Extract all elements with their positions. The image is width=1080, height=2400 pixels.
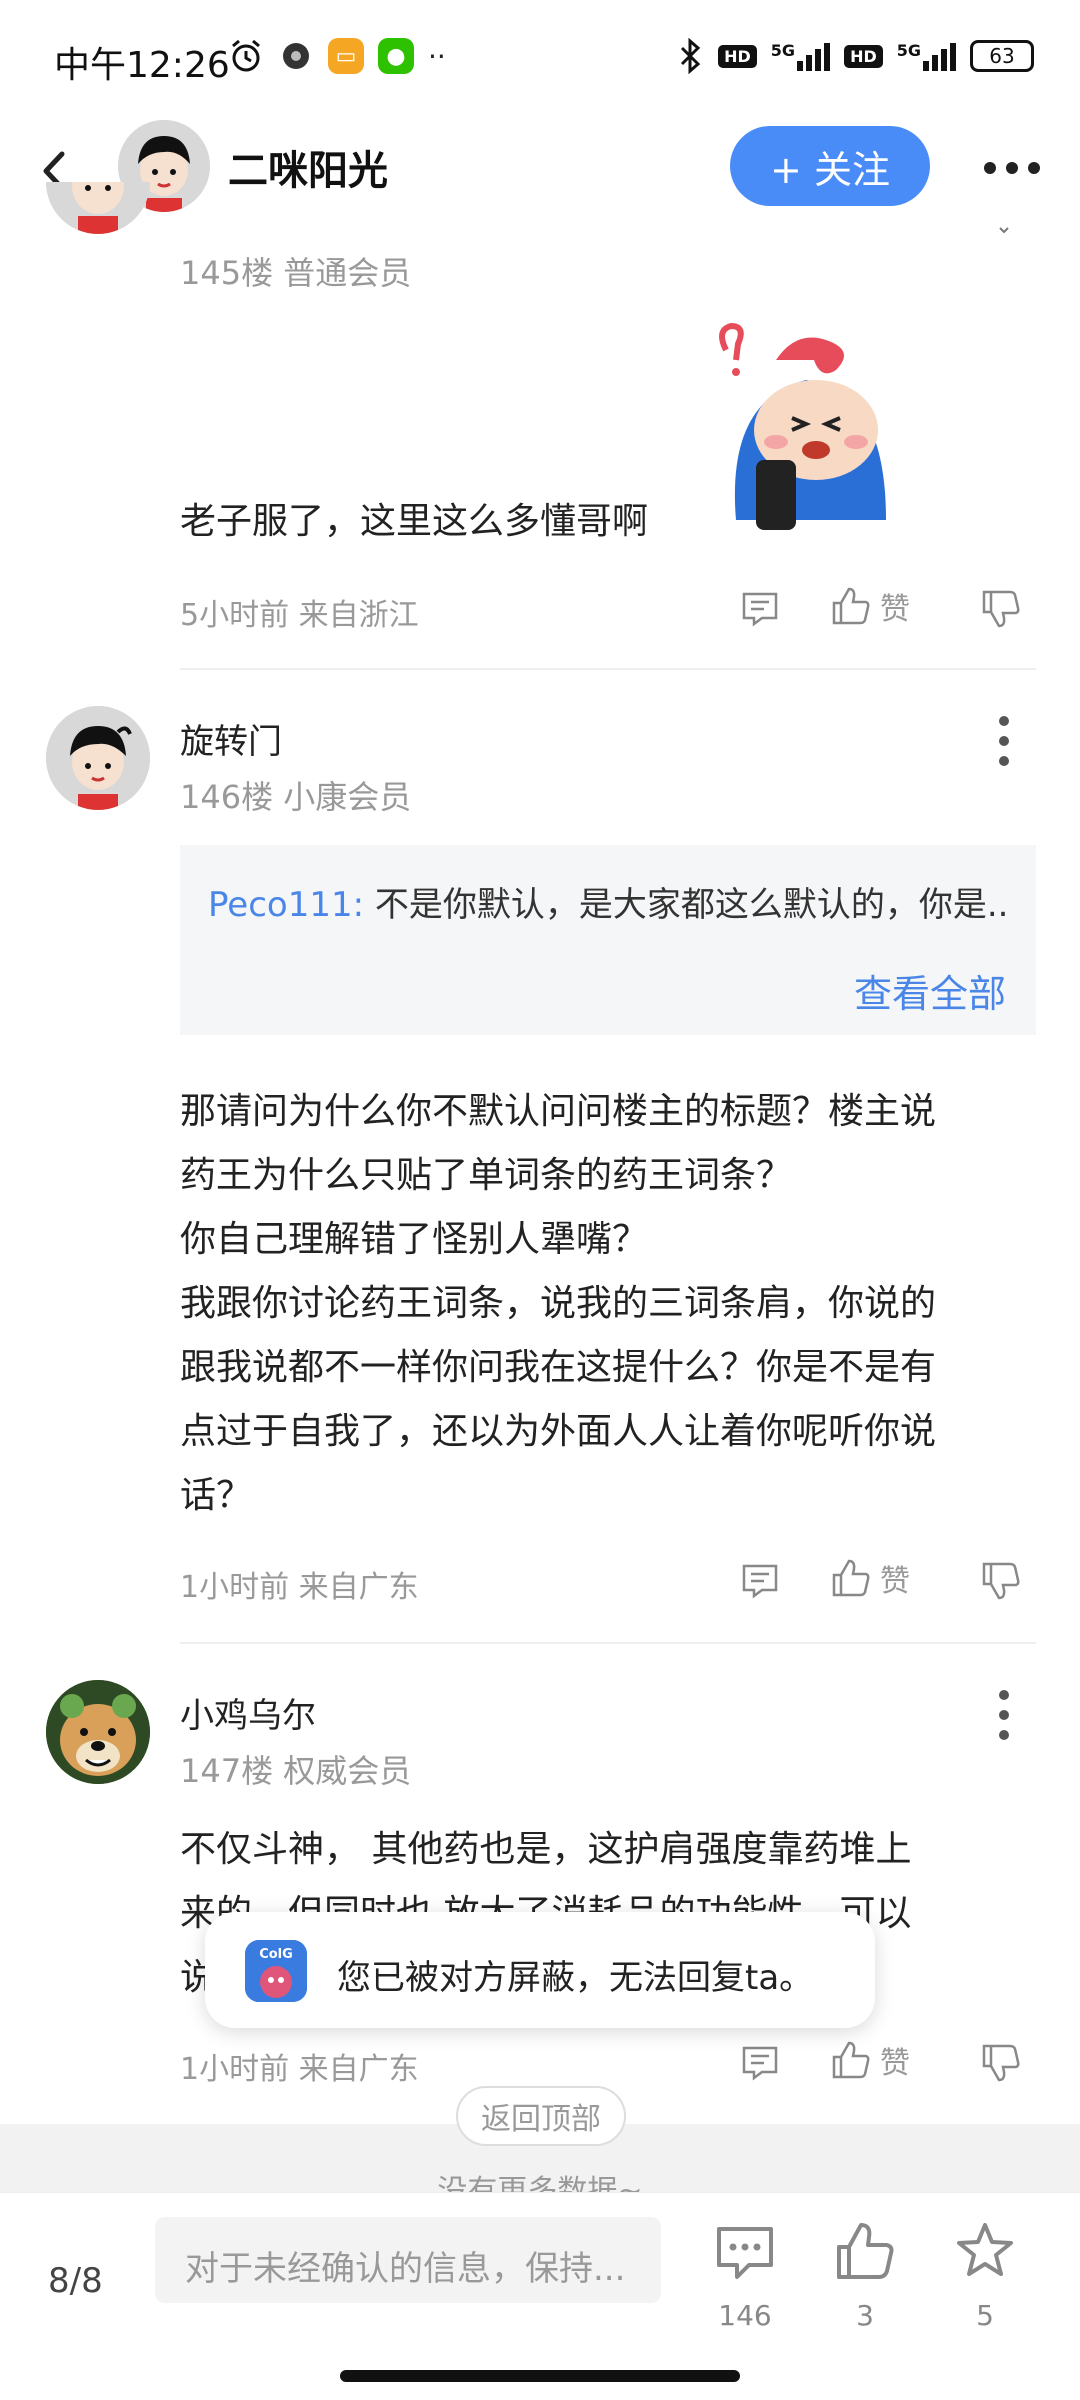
post-meta: 1小时前 来自广东 [180, 1570, 419, 1605]
blocked-toast: ColG 您已被对方屏蔽，无法回复ta。 [205, 1912, 875, 2028]
toast-message: 您已被对方屏蔽，无法回复ta。 [337, 1958, 814, 1998]
back-to-top-button[interactable]: 返回顶部 [456, 2086, 626, 2146]
like-thread-button[interactable]: 3 [820, 2211, 910, 2351]
username[interactable]: 小鸡乌尔 [180, 1688, 316, 1737]
bluetooth-icon [681, 38, 701, 74]
thumbs-down-icon[interactable] [980, 1560, 1022, 1602]
status-time: 中午12:26 [54, 45, 230, 86]
signal-2-icon: 5G [897, 41, 956, 71]
post-actions: 赞 [740, 584, 1040, 634]
like-label: 赞 [880, 1564, 910, 1599]
comment-input[interactable]: 对于未经确认的信息，保持... [155, 2217, 661, 2303]
star-icon [957, 2223, 1013, 2276]
favorite-count: 5 [976, 2299, 994, 2332]
thumbs-up-icon [832, 2041, 870, 2079]
like-label: 赞 [880, 2046, 910, 2081]
more-options-icon[interactable] [984, 148, 1054, 188]
comment-icon[interactable] [740, 588, 780, 628]
view-all-link[interactable]: 查看全部 [854, 963, 1006, 1018]
colg-logo-icon: ColG [245, 1940, 307, 2002]
battery-icon: 63 [970, 40, 1034, 72]
comment-count: 146 [718, 2299, 772, 2332]
like-count: 3 [856, 2299, 874, 2332]
author-name[interactable]: 二咪阳光 [228, 138, 388, 196]
comment-icon[interactable] [740, 2042, 780, 2082]
comments-button[interactable]: 146 [700, 2211, 790, 2351]
avatar[interactable] [46, 1680, 150, 1784]
divider [180, 1642, 1036, 1644]
svg-text:ColG: ColG [259, 1947, 293, 1962]
favorite-button[interactable]: 5 [940, 2211, 1030, 2351]
post-actions: 赞 [740, 2038, 1040, 2088]
home-indicator[interactable] [340, 2370, 740, 2382]
comment-bubble-icon [717, 2227, 773, 2279]
more-notifications-icon: ·· [428, 39, 446, 73]
follow-button[interactable]: + 关注 [730, 126, 930, 206]
like-button[interactable]: 赞 [830, 2038, 910, 2082]
status-bar: 中午12:26 ▭ ● ·· HD 5G HD 5G 63 [0, 0, 1080, 120]
like-button[interactable]: 赞 [830, 584, 910, 628]
thumbs-down-icon[interactable] [980, 588, 1022, 630]
status-system-icons: HD 5G HD 5G 63 [676, 38, 1034, 74]
post-text: 那请问为什么你不默认问问楼主的标题？楼主说 药王为什么只贴了单词条的药王词条？ … [180, 1091, 937, 1516]
no-more-data-text: 没有更多数据~ [437, 2174, 643, 2194]
thread-header: 二咪阳光 + 关注 [0, 120, 1080, 230]
post-meta: 1小时前 来自广东 [180, 2052, 419, 2087]
floor-info: 147楼 权威会员 [180, 1752, 412, 1790]
quoted-reply[interactable]: Peco111: 不是你默认，是大家都这么默认的，你是... 查看全部 [180, 845, 1036, 1035]
floor-info: 146楼 小康会员 [180, 778, 412, 816]
sticker-image [719, 322, 886, 530]
comment-icon[interactable] [740, 1560, 780, 1600]
wechat-icon: ● [378, 38, 414, 74]
status-notification-icons: ▭ ● ·· [228, 38, 446, 74]
quote-text: Peco111: 不是你默认，是大家都这么默认的，你是... [208, 885, 1008, 925]
quote-username[interactable]: Peco111: [208, 885, 364, 925]
post-meta: 5小时前 来自浙江 [180, 598, 419, 633]
more-vertical-icon[interactable] [994, 1690, 1014, 1740]
floor-info: 145楼 普通会员 [180, 254, 412, 292]
alarm-icon [232, 39, 260, 72]
thumbs-down-icon[interactable] [980, 2042, 1022, 2084]
chevron-down-icon[interactable] [994, 224, 1014, 238]
thumbs-up-icon [832, 587, 870, 625]
thumbs-up-icon [832, 1559, 870, 1597]
like-button[interactable]: 赞 [830, 1556, 910, 1600]
bottom-bar: 8/8 对于未经确认的信息，保持... 146 3 5 [0, 2192, 1080, 2400]
comment-placeholder: 对于未经确认的信息，保持... [185, 2249, 626, 2289]
avatar[interactable] [46, 706, 150, 810]
divider [180, 668, 1036, 670]
hd-badge-2: HD [844, 44, 883, 68]
username[interactable]: 旋转门 [180, 714, 282, 763]
hd-badge: HD [718, 44, 757, 68]
post-actions: 赞 [740, 1556, 1040, 1606]
notes-app-icon: ▭ [328, 38, 364, 74]
signal-1-icon: 5G [771, 41, 831, 71]
thumbs-up-icon [837, 2223, 894, 2279]
more-vertical-icon[interactable] [994, 716, 1014, 766]
like-label: 赞 [880, 592, 910, 627]
dot-app-icon [283, 43, 309, 69]
page-indicator[interactable]: 8/8 [48, 2261, 103, 2301]
